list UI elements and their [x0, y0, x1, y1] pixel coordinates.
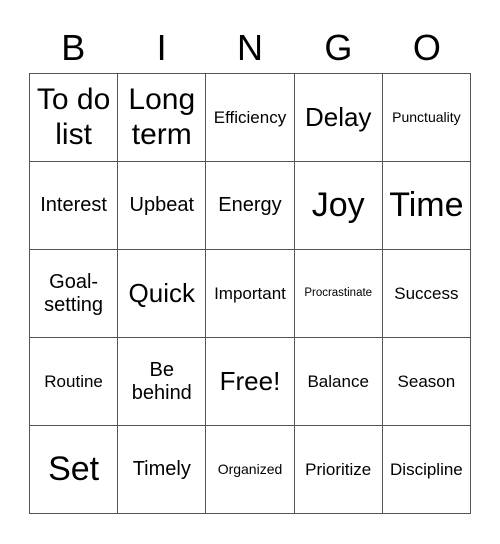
bingo-cell[interactable]: Important	[206, 250, 295, 338]
cell-text: Efficiency	[213, 107, 287, 127]
bingo-cell[interactable]: Upbeat	[118, 162, 207, 250]
cell-text: Upbeat	[129, 194, 195, 216]
bingo-cell[interactable]: Discipline	[382, 426, 471, 514]
bingo-cell[interactable]: Success	[382, 250, 471, 338]
cell-text: Season	[397, 371, 456, 391]
cell-text: Joy	[311, 185, 365, 224]
bingo-cell[interactable]: Free!	[206, 338, 295, 426]
cell-text: Success	[394, 283, 459, 303]
bingo-cell[interactable]: Be behind	[118, 338, 207, 426]
header-letter-b: B	[61, 27, 86, 68]
bingo-cell[interactable]: Balance	[294, 338, 383, 426]
cell-text: Balance	[307, 371, 369, 391]
cell-text: Timely	[132, 458, 191, 480]
cell-text: Quick	[128, 277, 196, 308]
bingo-cell[interactable]: Long term	[118, 74, 207, 162]
bingo-header: B I N G O	[29, 22, 471, 74]
cell-text: Time	[389, 185, 464, 224]
bingo-cell[interactable]: Set	[30, 426, 119, 514]
header-letter-g: G	[324, 27, 353, 68]
bingo-cell[interactable]: Procrastinate	[294, 250, 383, 338]
cell-text: Prioritize	[305, 459, 372, 479]
bingo-cell[interactable]: Energy	[206, 162, 295, 250]
cell-text: Be behind	[131, 358, 192, 404]
cell-text: Procrastinate	[304, 286, 373, 299]
cell-text: Punctuality	[392, 109, 461, 126]
cell-text: Goal- setting	[44, 270, 104, 316]
bingo-cell[interactable]: Interest	[30, 162, 119, 250]
bingo-grid: To do list Long term Efficiency Delay Pu…	[29, 73, 471, 514]
header-letter-i: I	[156, 27, 167, 68]
cell-text: Long term	[128, 83, 196, 151]
bingo-cell[interactable]: Quick	[118, 250, 207, 338]
bingo-cell[interactable]: Punctuality	[382, 74, 471, 162]
bingo-cell[interactable]: Timely	[118, 426, 207, 514]
bingo-cell[interactable]: Goal- setting	[30, 250, 119, 338]
cell-text: Interest	[40, 194, 107, 216]
cell-text: Important	[214, 283, 286, 303]
header-letter-n: N	[237, 27, 264, 68]
cell-text: Energy	[218, 194, 282, 216]
bingo-cell[interactable]: Season	[382, 338, 471, 426]
header-letter-o: O	[412, 27, 441, 68]
bingo-cell[interactable]: Efficiency	[206, 74, 295, 162]
bingo-cell[interactable]: Time	[382, 162, 471, 250]
free-space-text: Free!	[219, 365, 281, 396]
bingo-cell[interactable]: Organized	[206, 426, 295, 514]
bingo-cell[interactable]: Routine	[30, 338, 119, 426]
cell-text: Organized	[217, 461, 283, 478]
cell-text: Delay	[304, 101, 372, 132]
cell-text: To do list	[36, 83, 111, 151]
bingo-cell[interactable]: To do list	[30, 74, 119, 162]
cell-text: Discipline	[390, 459, 463, 479]
cell-text: Set	[48, 449, 100, 488]
bingo-cell[interactable]: Prioritize	[294, 426, 383, 514]
bingo-cell[interactable]: Delay	[294, 74, 383, 162]
bingo-cell[interactable]: Joy	[294, 162, 383, 250]
cell-text: Routine	[44, 371, 103, 391]
